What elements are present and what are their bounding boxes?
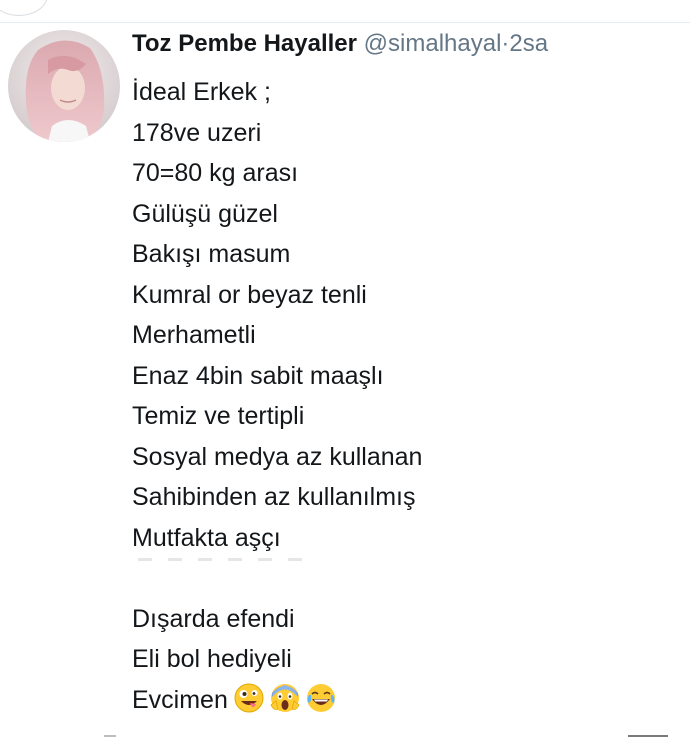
tweet-line: İdeal Erkek ; xyxy=(132,78,271,106)
tweet-line: Bakışı masum xyxy=(132,240,291,268)
tweet-line: 178ve uzeri xyxy=(132,118,262,147)
tweet-line-text: Evcimen xyxy=(132,685,228,714)
bottom-edge xyxy=(0,731,690,739)
tweet-line-last: Evcimen xyxy=(132,680,682,721)
face-screaming-emoji xyxy=(270,683,300,713)
divider-mark xyxy=(104,735,116,737)
tweet-text: İdeal Erkek ; 178ve uzeri 70=80 kg arası… xyxy=(132,72,682,720)
avatar[interactable] xyxy=(8,30,120,142)
tweet-line: Eli bol hediyeli xyxy=(132,645,292,673)
tweet-line: Merhametli xyxy=(132,321,256,349)
tweet-line: Mutfakta aşçı xyxy=(132,523,281,552)
tweet-line: Dışarda efendi xyxy=(132,604,295,633)
avatar-image xyxy=(8,30,120,142)
tweet-header: Toz Pembe Hayaller @simalhayal·2sa xyxy=(132,28,548,60)
zany-face-emoji xyxy=(234,683,264,713)
display-name[interactable]: Toz Pembe Hayaller xyxy=(132,30,357,57)
tweet-line: Kumral or beyaz tenli xyxy=(132,280,367,309)
tweet[interactable]: Toz Pembe Hayaller @simalhayal·2sa İdeal… xyxy=(0,22,690,739)
tweet-line: Temiz ve tertipli xyxy=(132,402,305,430)
user-handle[interactable]: @simalhayal xyxy=(364,30,502,57)
tweet-line: Sosyal medya az kullanan xyxy=(132,442,423,471)
tweet-line: Enaz 4bin sabit maaşlı xyxy=(132,361,384,390)
previous-avatar-edge xyxy=(0,0,48,16)
erased-line xyxy=(132,558,682,599)
tweet-line: Sahibinden az kullanılmış xyxy=(132,483,416,511)
menu-handle xyxy=(628,735,668,737)
tweet-line: Gülüşü güzel xyxy=(132,199,278,228)
tears-of-joy-emoji xyxy=(306,683,336,713)
timestamp[interactable]: 2sa xyxy=(509,30,548,57)
tweet-line: 70=80 kg arası xyxy=(132,159,299,187)
faded-text-remnant xyxy=(138,558,318,561)
